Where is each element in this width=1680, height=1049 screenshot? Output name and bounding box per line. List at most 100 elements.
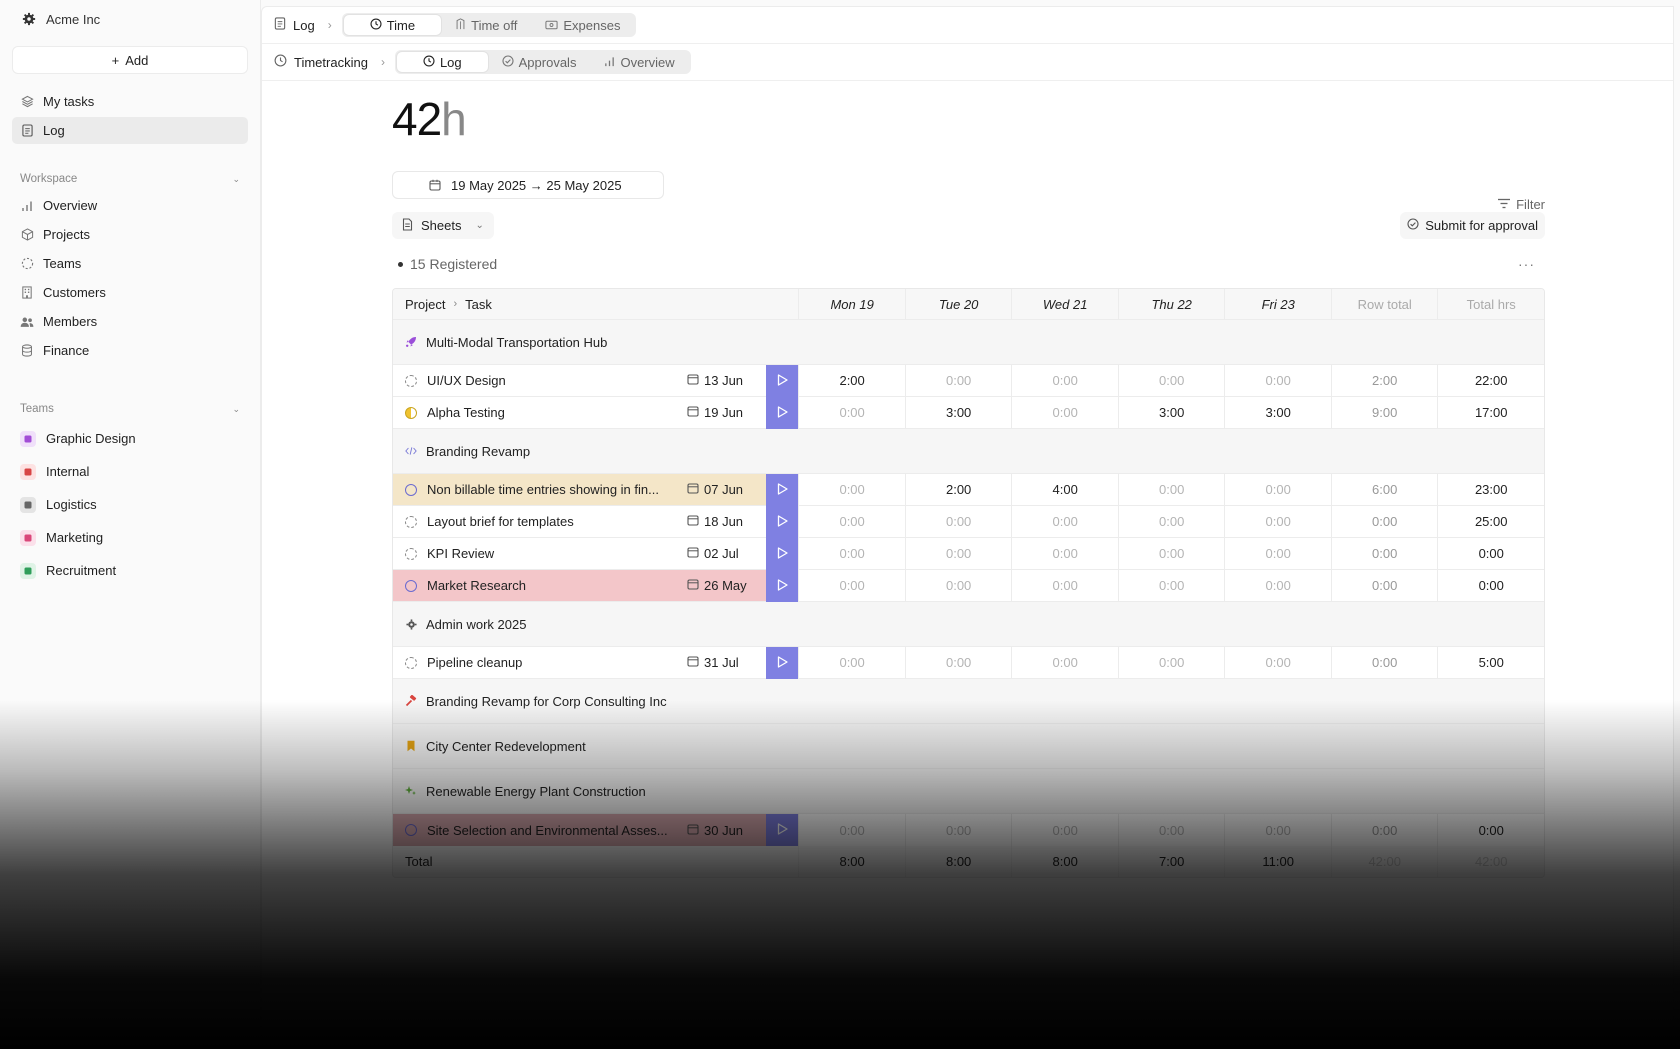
workspace-section-header[interactable]: Workspace ⌄ [12, 170, 248, 188]
hours-cell[interactable]: 0:00 [1011, 570, 1118, 601]
hours-cell[interactable]: 0:00 [1224, 570, 1331, 601]
start-timer-button[interactable] [766, 397, 799, 429]
hours-cell[interactable]: 0:00 [904, 570, 1012, 601]
start-timer-button[interactable] [766, 570, 799, 602]
task-status-icon[interactable] [405, 579, 417, 592]
task-cell[interactable]: Layout brief for templates 18 Jun [393, 506, 766, 537]
task-cell[interactable]: Non billable time entries showing in fin… [393, 474, 767, 505]
hours-cell[interactable]: 0:00 [798, 506, 905, 537]
hours-cell[interactable]: 2:00 [798, 365, 905, 396]
sidebar-item-members[interactable]: Members [12, 308, 248, 335]
task-status-icon[interactable] [405, 406, 417, 419]
task-status-icon[interactable] [405, 547, 417, 560]
hours-cell[interactable]: 0:00 [1224, 365, 1331, 396]
start-timer-button[interactable] [766, 814, 799, 846]
task-cell[interactable]: UI/UX Design 13 Jun [393, 365, 766, 396]
teams-section-header[interactable]: Teams ⌄ [12, 400, 248, 418]
hours-cell[interactable]: 0:00 [798, 397, 905, 428]
more-options-icon[interactable]: ··· [1518, 256, 1545, 272]
task-status-icon[interactable] [405, 656, 417, 669]
task-cell[interactable]: Market Research 26 May [393, 570, 767, 601]
hours-cell[interactable]: 0:00 [1117, 474, 1225, 505]
tab-log[interactable]: Log [396, 52, 488, 72]
sheets-dropdown[interactable]: Sheets ⌄ [392, 212, 494, 239]
hours-cell[interactable]: 3:00 [904, 397, 1012, 428]
hours-cell[interactable]: 0:00 [904, 506, 1012, 537]
hours-cell[interactable]: 3:00 [1224, 397, 1331, 428]
tab-approvals[interactable]: Approvals [488, 52, 591, 72]
hours-cell[interactable]: 0:00 [798, 474, 905, 505]
hours-cell[interactable]: 2:00 [904, 474, 1012, 505]
task-status-icon[interactable] [405, 824, 417, 836]
hours-cell[interactable]: 0:00 [1117, 538, 1225, 569]
project-group-row[interactable]: Admin work 2025 [393, 602, 1544, 647]
hours-cell[interactable]: 4:00 [1011, 474, 1118, 505]
project-group-row[interactable]: Multi-Modal Transportation Hub [393, 320, 1544, 365]
task-status-icon[interactable] [405, 515, 417, 528]
header-day[interactable]: Thu 22 [1117, 289, 1225, 319]
task-cell[interactable]: Site Selection and Environmental Asses..… [393, 814, 767, 846]
team-item-marketing[interactable]: Marketing [12, 521, 248, 554]
team-item-logistics[interactable]: Logistics [12, 488, 248, 521]
task-cell[interactable]: Pipeline cleanup 31 Jul [393, 647, 766, 678]
hours-cell[interactable]: 0:00 [1011, 397, 1118, 428]
start-timer-button[interactable] [766, 538, 799, 570]
hours-cell[interactable]: 0:00 [1117, 570, 1225, 601]
hours-cell[interactable]: 0:00 [1224, 506, 1331, 537]
hours-cell[interactable]: 0:00 [1011, 365, 1118, 396]
start-timer-button[interactable] [766, 474, 799, 506]
tab-overview[interactable]: Overview [590, 52, 688, 72]
tab-time-off[interactable]: Time off [441, 15, 531, 35]
breadcrumb[interactable]: Log › [274, 17, 342, 33]
sidebar-item-customers[interactable]: Customers [12, 279, 248, 306]
project-group-row[interactable]: Branding Revamp [393, 429, 1544, 474]
hours-cell[interactable]: 0:00 [904, 538, 1012, 569]
hours-cell[interactable]: 0:00 [798, 814, 905, 846]
hours-cell[interactable]: 0:00 [904, 814, 1012, 846]
sidebar-item-teams[interactable]: Teams [12, 250, 248, 277]
hours-cell[interactable]: 0:00 [1224, 538, 1331, 569]
header-day[interactable]: Tue 20 [904, 289, 1012, 319]
hours-cell[interactable]: 0:00 [798, 647, 905, 678]
header-day[interactable]: Fri 23 [1224, 289, 1331, 319]
submit-for-approval-button[interactable]: Submit for approval [1400, 212, 1545, 239]
hours-cell[interactable]: 0:00 [904, 647, 1012, 678]
team-item-recruitment[interactable]: Recruitment [12, 554, 248, 587]
hours-cell[interactable]: 0:00 [1224, 474, 1331, 505]
task-status-icon[interactable] [405, 374, 417, 387]
hours-cell[interactable]: 0:00 [1117, 647, 1225, 678]
sidebar-item-overview[interactable]: Overview [12, 192, 248, 219]
project-group-row[interactable]: Renewable Energy Plant Construction [393, 769, 1544, 814]
sub-breadcrumb[interactable]: Timetracking › [274, 54, 395, 70]
hours-cell[interactable]: 0:00 [1011, 814, 1118, 846]
sidebar-item-log[interactable]: Log [12, 117, 248, 144]
project-group-row[interactable]: City Center Redevelopment [393, 724, 1544, 769]
org-switcher[interactable]: Acme Inc [12, 0, 248, 38]
date-range-picker[interactable]: 19 May 2025 → 25 May 2025 [392, 171, 664, 199]
filter-button[interactable]: Filter [1497, 197, 1545, 212]
hours-cell[interactable]: 0:00 [1011, 538, 1118, 569]
hours-cell[interactable]: 0:00 [1011, 506, 1118, 537]
hours-cell[interactable]: 0:00 [798, 570, 905, 601]
add-button[interactable]: + Add [12, 46, 248, 74]
hours-cell[interactable]: 0:00 [1117, 506, 1225, 537]
tab-time[interactable]: Time [343, 15, 442, 35]
hours-cell[interactable]: 0:00 [1224, 814, 1331, 846]
project-group-row[interactable]: Branding Revamp for Corp Consulting Inc [393, 679, 1544, 724]
sidebar-item-finance[interactable]: Finance [12, 337, 248, 364]
tab-expenses[interactable]: Expenses [531, 15, 634, 35]
hours-cell[interactable]: 3:00 [1117, 397, 1225, 428]
header-day[interactable]: Mon 19 [798, 289, 905, 319]
hours-cell[interactable]: 0:00 [1117, 814, 1225, 846]
hours-cell[interactable]: 0:00 [904, 365, 1012, 396]
task-status-icon[interactable] [405, 483, 417, 496]
header-day[interactable]: Wed 21 [1011, 289, 1118, 319]
task-cell[interactable]: KPI Review 02 Jul [393, 538, 766, 569]
start-timer-button[interactable] [766, 365, 799, 397]
sidebar-item-my-tasks[interactable]: My tasks [12, 88, 248, 115]
hours-cell[interactable]: 0:00 [1224, 647, 1331, 678]
hours-cell[interactable]: 0:00 [1011, 647, 1118, 678]
team-item-internal[interactable]: Internal [12, 455, 248, 488]
start-timer-button[interactable] [766, 647, 799, 679]
hours-cell[interactable]: 0:00 [798, 538, 905, 569]
